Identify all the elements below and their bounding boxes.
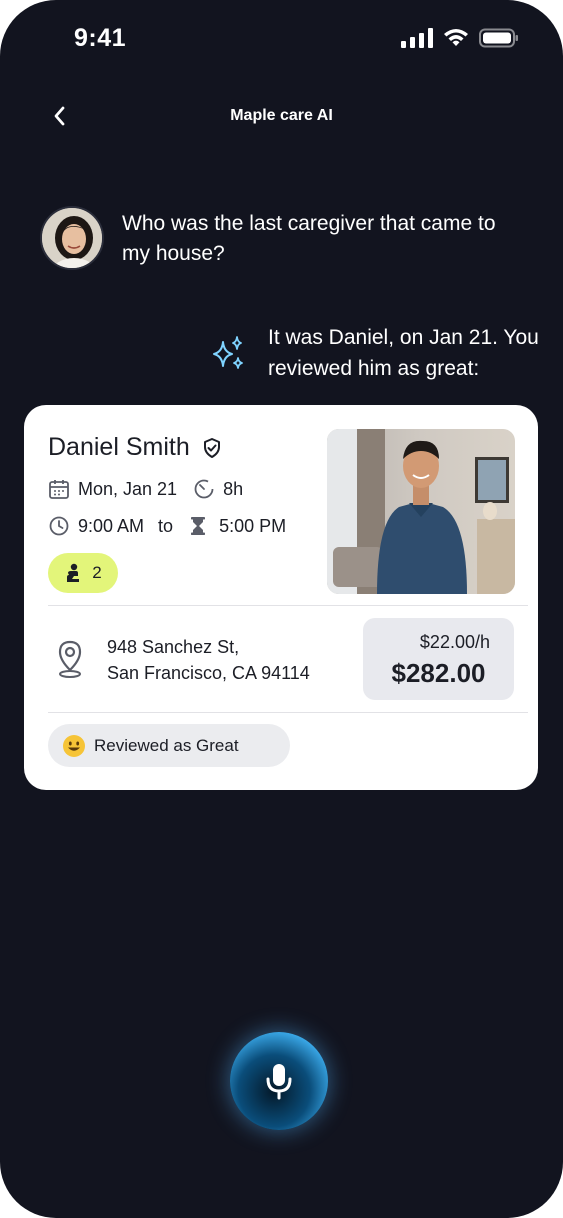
caregiver-name-row: Daniel Smith: [48, 433, 222, 462]
phone-screen: 9:41 Maple care AI Who was the last care…: [0, 0, 563, 1218]
card-divider-bottom: [48, 712, 528, 713]
start-time: 9:00 AM: [78, 515, 145, 536]
battery-icon: [479, 28, 518, 48]
location-pin-icon: [58, 640, 82, 678]
status-icons: [401, 28, 519, 48]
review-label: Reviewed as Great: [94, 735, 239, 755]
signal-icon: [401, 28, 433, 48]
hourglass-icon: [191, 517, 206, 535]
verified-shield-icon: [203, 437, 220, 458]
sparkle-icon: [213, 336, 243, 369]
smiley-emoji-icon: [63, 734, 85, 757]
caregiver-name: Daniel Smith: [48, 433, 190, 461]
visit-date: Mon, Jan 21: [78, 478, 178, 499]
status-time: 9:41: [74, 24, 127, 52]
to-label: to: [158, 515, 174, 536]
user-avatar: [40, 206, 104, 270]
date-row: Mon, Jan 21 8h: [48, 478, 243, 500]
total-price: $282.00: [391, 658, 486, 688]
care-count: 2: [92, 563, 102, 582]
microphone-button[interactable]: [230, 1032, 328, 1130]
time-row: 9:00 AM to 5:00 PM: [48, 515, 286, 537]
calendar-icon: [49, 480, 69, 499]
hourly-rate: $22.00/h: [419, 632, 490, 652]
review-chip: Reviewed as Great: [48, 724, 290, 767]
timer-icon: [194, 479, 214, 499]
page-title: Maple care AI: [230, 107, 333, 124]
user-message: Who was the last caregiver that came to …: [122, 212, 496, 265]
caregiver-card[interactable]: Daniel Smith Mon, Jan 21 8h 9:00 AM to 5…: [24, 405, 538, 790]
visit-duration: 8h: [223, 478, 244, 499]
person-icon: [67, 563, 80, 582]
address: 948 Sanchez St, San Francisco, CA 94114: [107, 634, 310, 686]
end-time: 5:00 PM: [219, 515, 287, 536]
address-line1: 948 Sanchez St,: [107, 637, 240, 657]
caregiver-photo: [327, 429, 515, 594]
microphone-icon: [266, 1064, 292, 1100]
ai-message: It was Daniel, on Jan 21. You reviewed h…: [268, 326, 539, 380]
card-divider-top: [48, 605, 528, 606]
care-count-chip: 2: [48, 553, 118, 593]
wifi-icon: [444, 29, 468, 46]
price-box: $22.00/h $282.00: [363, 618, 514, 700]
address-line2: San Francisco, CA 94114: [107, 663, 310, 683]
clock-icon: [49, 516, 69, 536]
